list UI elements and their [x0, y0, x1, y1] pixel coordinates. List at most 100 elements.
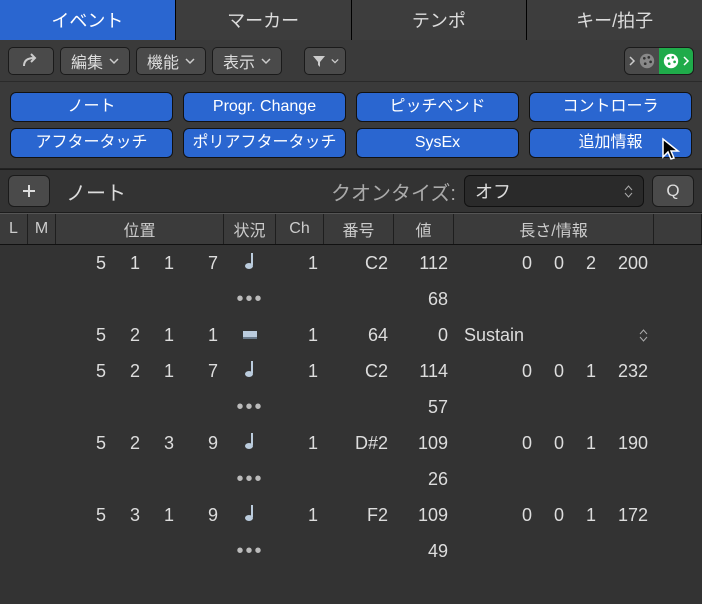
cell-length[interactable]: 001232: [454, 353, 654, 389]
table-row[interactable]: 5211 1640 Sustain: [0, 317, 702, 353]
color-right-button[interactable]: [659, 48, 693, 74]
tab-marker[interactable]: マーカー: [176, 0, 352, 40]
cell-channel[interactable]: 1: [276, 317, 324, 353]
cell-value[interactable]: 109: [394, 497, 454, 533]
stepper-icon: [624, 185, 633, 198]
cell-position[interactable]: 5239: [56, 425, 224, 461]
filter-note[interactable]: ノート: [10, 92, 173, 122]
event-type-filters: ノート Progr. Change ピッチベンド コントローラ アフタータッチ …: [0, 82, 702, 169]
back-button[interactable]: [8, 47, 54, 75]
cell-value2[interactable]: 57: [394, 389, 454, 425]
filter-polyaftertouch[interactable]: ポリアフタータッチ: [183, 128, 346, 158]
col-mute[interactable]: M: [28, 214, 56, 244]
cell-mute[interactable]: [28, 497, 56, 533]
cell-length[interactable]: 002200: [454, 245, 654, 281]
cell-position[interactable]: 5319: [56, 497, 224, 533]
edit-menu[interactable]: 編集: [60, 47, 130, 75]
cell-value[interactable]: 0: [394, 317, 454, 353]
note-icon: [243, 431, 257, 456]
table-row[interactable]: 5319 1F2109001172 ••• 49: [0, 497, 702, 569]
cell-value2[interactable]: 26: [394, 461, 454, 497]
tab-event[interactable]: イベント: [0, 0, 176, 40]
filter-aftertouch[interactable]: アフタータッチ: [10, 128, 173, 158]
cell-channel[interactable]: 1: [276, 425, 324, 461]
quantize-select[interactable]: オフ: [464, 175, 644, 207]
palette-icon: [638, 52, 656, 70]
quantize-label: クオンタイズ:: [331, 177, 456, 206]
tab-keytime[interactable]: キー/拍子: [527, 0, 702, 40]
chevron-right-icon: [682, 56, 690, 66]
cell-channel[interactable]: 1: [276, 353, 324, 389]
filter-button[interactable]: [304, 47, 346, 75]
cell-status-more[interactable]: •••: [224, 533, 276, 569]
col-lock[interactable]: L: [0, 214, 28, 244]
cell-status[interactable]: [224, 353, 276, 389]
cell-lock[interactable]: [0, 245, 28, 281]
quantize-button[interactable]: Q: [652, 175, 694, 207]
cell-status-more[interactable]: •••: [224, 281, 276, 317]
functions-menu[interactable]: 機能: [136, 47, 206, 75]
cell-mute[interactable]: [28, 425, 56, 461]
color-left-button[interactable]: [625, 48, 659, 74]
cell-length[interactable]: Sustain: [454, 317, 654, 353]
cell-status-more[interactable]: •••: [224, 389, 276, 425]
cell-status[interactable]: [224, 317, 276, 353]
cell-status[interactable]: [224, 245, 276, 281]
view-label: 表示: [223, 49, 255, 73]
col-status[interactable]: 状況: [224, 214, 276, 244]
cell-length[interactable]: 001172: [454, 497, 654, 533]
cell-value2[interactable]: 68: [394, 281, 454, 317]
view-menu[interactable]: 表示: [212, 47, 282, 75]
col-position[interactable]: 位置: [56, 214, 224, 244]
table-row[interactable]: 5217 1C2114001232 ••• 57: [0, 353, 702, 425]
filter-controller[interactable]: コントローラ: [529, 92, 692, 122]
filter-pitchbend[interactable]: ピッチベンド: [356, 92, 519, 122]
filter-sysex[interactable]: SysEx: [356, 128, 519, 158]
cell-number[interactable]: C2: [324, 245, 394, 281]
note-icon: [243, 359, 257, 384]
info-text: Sustain: [464, 325, 524, 346]
col-value[interactable]: 値: [394, 214, 454, 244]
cell-lock[interactable]: [0, 317, 28, 353]
cell-channel[interactable]: 1: [276, 497, 324, 533]
chevron-down-icon: [331, 57, 339, 65]
cell-position[interactable]: 5217: [56, 353, 224, 389]
cell-value[interactable]: 109: [394, 425, 454, 461]
col-number[interactable]: 番号: [324, 214, 394, 244]
cell-number[interactable]: D#2: [324, 425, 394, 461]
cell-channel[interactable]: 1: [276, 245, 324, 281]
cell-lock[interactable]: [0, 353, 28, 389]
filter-extra-info[interactable]: 追加情報: [529, 128, 692, 158]
event-list-panel: イベント マーカー テンポ キー/拍子 編集 機能 表示: [0, 0, 702, 604]
col-length-info[interactable]: 長さ/情報: [454, 214, 654, 244]
chevron-down-icon: [261, 56, 271, 66]
cell-value2[interactable]: 49: [394, 533, 454, 569]
cell-position[interactable]: 5211: [56, 317, 224, 353]
cell-number[interactable]: F2: [324, 497, 394, 533]
cell-mute[interactable]: [28, 245, 56, 281]
cell-value[interactable]: 114: [394, 353, 454, 389]
cell-status-more[interactable]: •••: [224, 461, 276, 497]
cell-status[interactable]: [224, 497, 276, 533]
table-row[interactable]: 5117 1C2112002200 ••• 68: [0, 245, 702, 317]
cell-lock[interactable]: [0, 497, 28, 533]
table-row[interactable]: 5239 1D#2109001190 ••• 26: [0, 425, 702, 497]
chevron-down-icon: [185, 56, 195, 66]
cell-lock[interactable]: [0, 425, 28, 461]
edit-label: 編集: [71, 49, 103, 73]
cell-number[interactable]: C2: [324, 353, 394, 389]
filter-progchange[interactable]: Progr. Change: [183, 92, 346, 122]
cell-number[interactable]: 64: [324, 317, 394, 353]
col-channel[interactable]: Ch: [276, 214, 324, 244]
create-mode-label[interactable]: ノート: [58, 177, 134, 206]
cell-length[interactable]: 001190: [454, 425, 654, 461]
quantize-value: オフ: [475, 178, 511, 204]
cell-position[interactable]: 5117: [56, 245, 224, 281]
stepper-icon: [639, 329, 648, 342]
cell-mute[interactable]: [28, 317, 56, 353]
cell-mute[interactable]: [28, 353, 56, 389]
add-event-button[interactable]: [8, 175, 50, 207]
cell-status[interactable]: [224, 425, 276, 461]
cell-value[interactable]: 112: [394, 245, 454, 281]
tab-tempo[interactable]: テンポ: [352, 0, 528, 40]
